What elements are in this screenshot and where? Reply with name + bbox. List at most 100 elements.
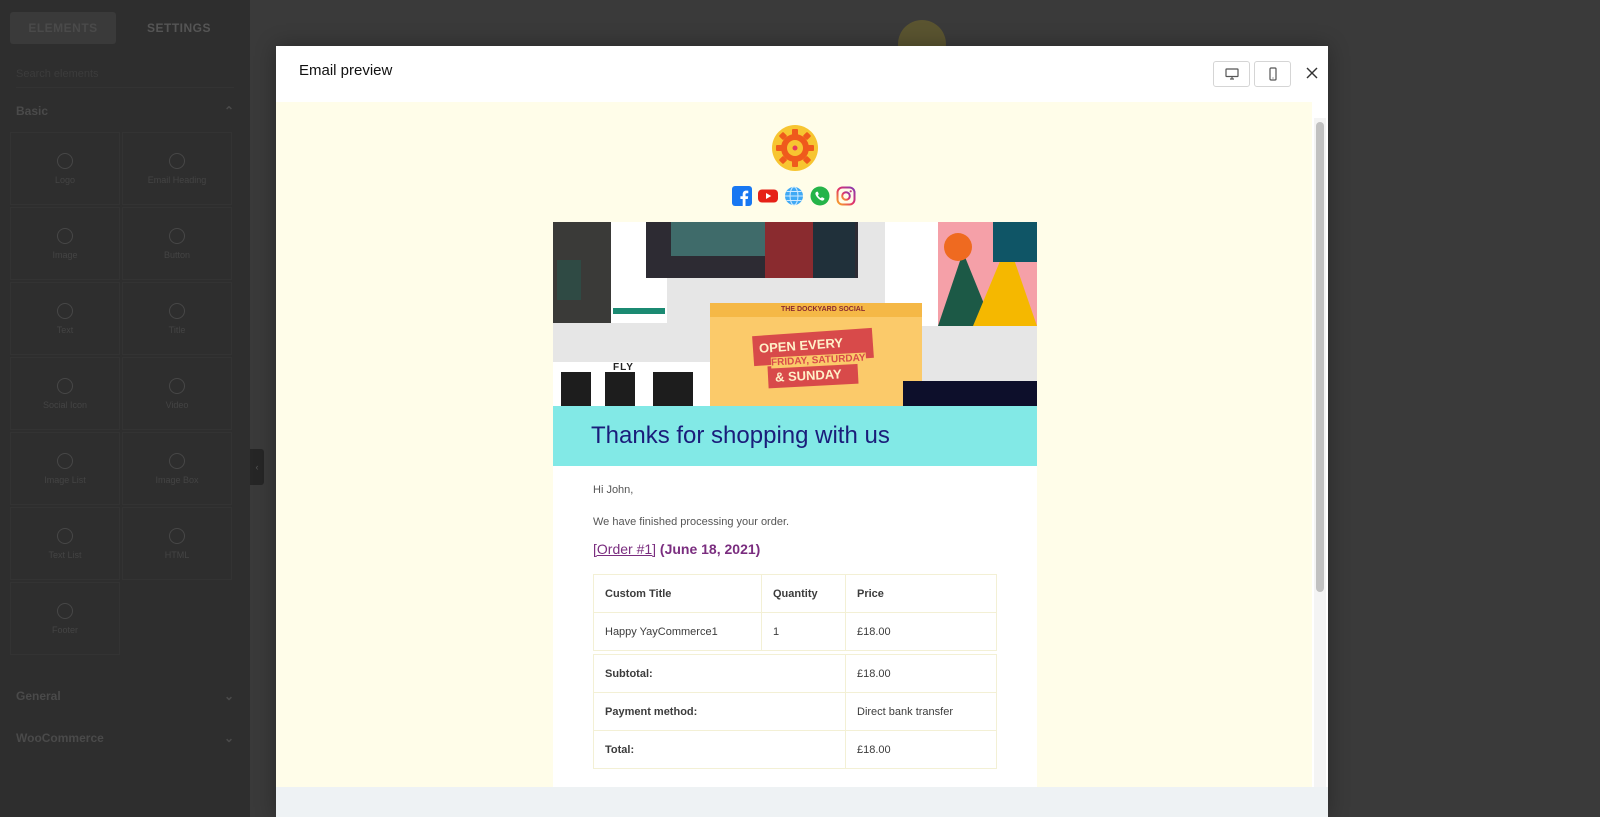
element-label: Title [168,324,186,335]
sidebar-search[interactable]: Search elements [16,62,234,88]
heading-icon [169,152,185,169]
element-label: Image List [44,474,86,485]
desktop-view-button[interactable] [1213,61,1250,87]
youtube-icon[interactable] [758,186,778,206]
hero-dockyard-label: THE DOCKYARD SOCIAL [781,306,866,313]
gear-logo-icon [772,125,818,171]
element-text[interactable]: Text [10,282,120,355]
item-quantity: 1 [761,612,846,651]
whatsapp-icon[interactable] [810,186,830,206]
element-logo[interactable]: Logo [10,132,120,205]
image-icon [57,227,73,244]
mobile-icon [1268,67,1277,81]
total-value: £18.00 [845,730,997,769]
text-icon [57,302,73,319]
logo-icon [57,152,73,169]
element-label: Image [52,249,78,260]
close-icon [1306,67,1318,79]
email-heading-bar: Thanks for shopping with us [553,406,1037,466]
hero-image: FLY THE DOCKYARD SOCIAL OPEN EVERY FRIDA… [553,222,1037,406]
order-date: (June 18, 2021) [659,541,761,557]
modal-header: Email preview [276,46,1328,102]
header-price: Price [845,574,997,613]
element-label: Logo [54,174,76,185]
instagram-icon[interactable] [836,186,856,206]
element-label: Text [56,324,74,335]
element-image-list[interactable]: Image List [10,432,120,505]
email-heading: Thanks for shopping with us [591,422,890,449]
desktop-icon [1224,68,1239,80]
sidebar-tabs: ELEMENTS SETTINGS [0,0,250,54]
preview-footer [276,787,1328,817]
header-custom-title: Custom Title [593,574,762,613]
email-preview-modal: Email preview FLY THE DOCKYARD SOCIAL OP… [276,46,1328,817]
subtotal-value: £18.00 [845,654,997,693]
element-text-list[interactable]: Text List [10,507,120,580]
element-label: Email Heading [147,174,207,185]
footer-icon [57,602,73,619]
processing-message: We have finished processing your order. [593,516,790,528]
section-woocommerce[interactable]: WooCommerce ⌄ [0,723,250,753]
sidebar-collapse-button[interactable]: ‹ [250,449,264,485]
payment-method-value: Direct bank transfer [845,692,997,731]
item-name: Happy YayCommerce1 [593,612,762,651]
element-label: Social Icon [42,399,88,410]
order-title: [Order #1] (June 18, 2021) [593,541,760,557]
section-basic[interactable]: Basic ⌃ [0,96,250,126]
mobile-view-button[interactable] [1254,61,1291,87]
button-icon [169,227,185,244]
modal-body: FLY THE DOCKYARD SOCIAL OPEN EVERY FRIDA… [276,102,1328,817]
table-header-row: Custom Title Quantity Price [593,574,997,613]
element-image-box[interactable]: Image Box [122,432,232,505]
section-woocommerce-label: WooCommerce [16,731,104,745]
total-row: Total: £18.00 [593,730,997,769]
element-label: Video [165,399,189,410]
element-image[interactable]: Image [10,207,120,280]
code-icon [169,527,185,544]
element-footer[interactable]: Footer [10,582,120,655]
tab-settings[interactable]: SETTINGS [126,12,232,44]
hero-fly-label: FLY [613,362,634,373]
section-general[interactable]: General ⌄ [0,681,250,711]
element-social-icon[interactable]: Social Icon [10,357,120,430]
element-label: Image Box [155,474,199,485]
subtotal-row: Subtotal: £18.00 [593,654,997,693]
element-label: HTML [164,549,190,560]
list-icon [57,527,73,544]
image-list-icon [57,452,73,469]
chevron-down-icon: ⌄ [223,731,234,745]
share-icon [57,377,73,394]
email-preview-area: FLY THE DOCKYARD SOCIAL OPEN EVERY FRIDA… [276,102,1312,787]
close-button[interactable] [1302,62,1322,84]
elements-grid: Logo Email Heading Image Button Text Tit… [0,126,250,661]
subtotal-label: Subtotal: [593,654,846,693]
chevron-up-icon: ⌃ [223,104,234,118]
header-quantity: Quantity [761,574,846,613]
title-icon [169,302,185,319]
order-link[interactable]: [Order #1] [593,541,656,557]
facebook-icon[interactable] [732,186,752,206]
element-html[interactable]: HTML [122,507,232,580]
image-box-icon [169,452,185,469]
element-email-heading[interactable]: Email Heading [122,132,232,205]
element-button[interactable]: Button [122,207,232,280]
section-general-label: General [16,689,61,703]
item-price: £18.00 [845,612,997,651]
email-content-card: Hi John, We have finished processing you… [553,466,1037,787]
element-title[interactable]: Title [122,282,232,355]
element-video[interactable]: Video [122,357,232,430]
total-label: Total: [593,730,846,769]
element-label: Button [163,249,191,260]
scrollbar-thumb[interactable] [1316,122,1324,592]
tab-elements[interactable]: ELEMENTS [10,12,116,44]
payment-method-row: Payment method: Direct bank transfer [593,692,997,731]
modal-title: Email preview [299,62,393,79]
section-basic-label: Basic [16,104,49,118]
video-icon [169,377,185,394]
preview-scrollbar[interactable] [1314,118,1326,787]
chevron-down-icon: ⌄ [223,689,234,703]
globe-icon[interactable] [784,186,804,206]
editor-sidebar: ELEMENTS SETTINGS Search elements Basic … [0,0,250,817]
social-icons [732,186,856,206]
element-label: Footer [51,624,78,635]
